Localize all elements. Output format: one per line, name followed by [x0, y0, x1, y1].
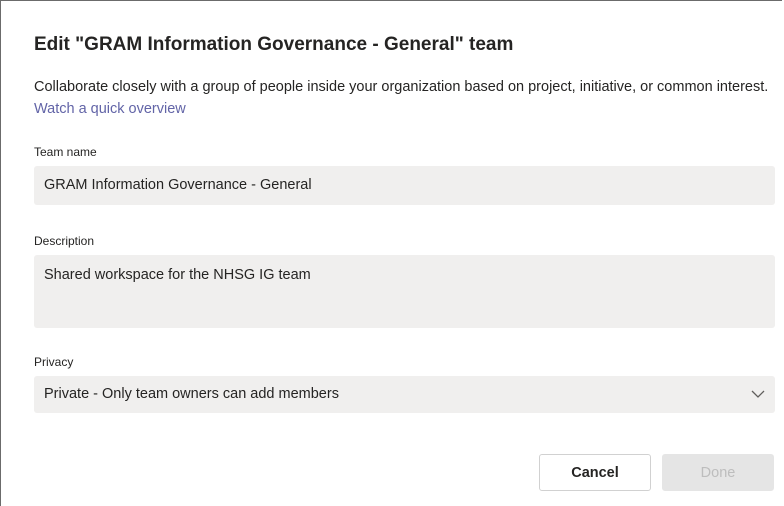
description-value: Shared workspace for the NHSG IG team: [44, 267, 311, 283]
cancel-button[interactable]: Cancel: [539, 454, 651, 491]
dialog-title: Edit "GRAM Information Governance - Gene…: [34, 34, 514, 55]
description-textarea[interactable]: Shared workspace for the NHSG IG team: [34, 255, 775, 328]
privacy-selected-value: Private - Only team owners can add membe…: [44, 386, 339, 402]
team-name-label: Team name: [34, 145, 97, 159]
edit-team-dialog: Edit "GRAM Information Governance - Gene…: [0, 0, 782, 506]
team-name-value: GRAM Information Governance - General: [44, 177, 312, 193]
privacy-label: Privacy: [34, 355, 74, 369]
chevron-down-icon[interactable]: [751, 387, 765, 401]
team-name-input[interactable]: GRAM Information Governance - General: [34, 166, 775, 205]
watch-overview-link[interactable]: Watch a quick overview: [34, 101, 186, 117]
privacy-dropdown[interactable]: Private - Only team owners can add membe…: [34, 376, 775, 413]
done-button[interactable]: Done: [662, 454, 774, 491]
intro-text: Collaborate closely with a group of peop…: [34, 79, 769, 95]
dialog-intro: Collaborate closely with a group of peop…: [34, 76, 769, 120]
description-label: Description: [34, 234, 95, 248]
